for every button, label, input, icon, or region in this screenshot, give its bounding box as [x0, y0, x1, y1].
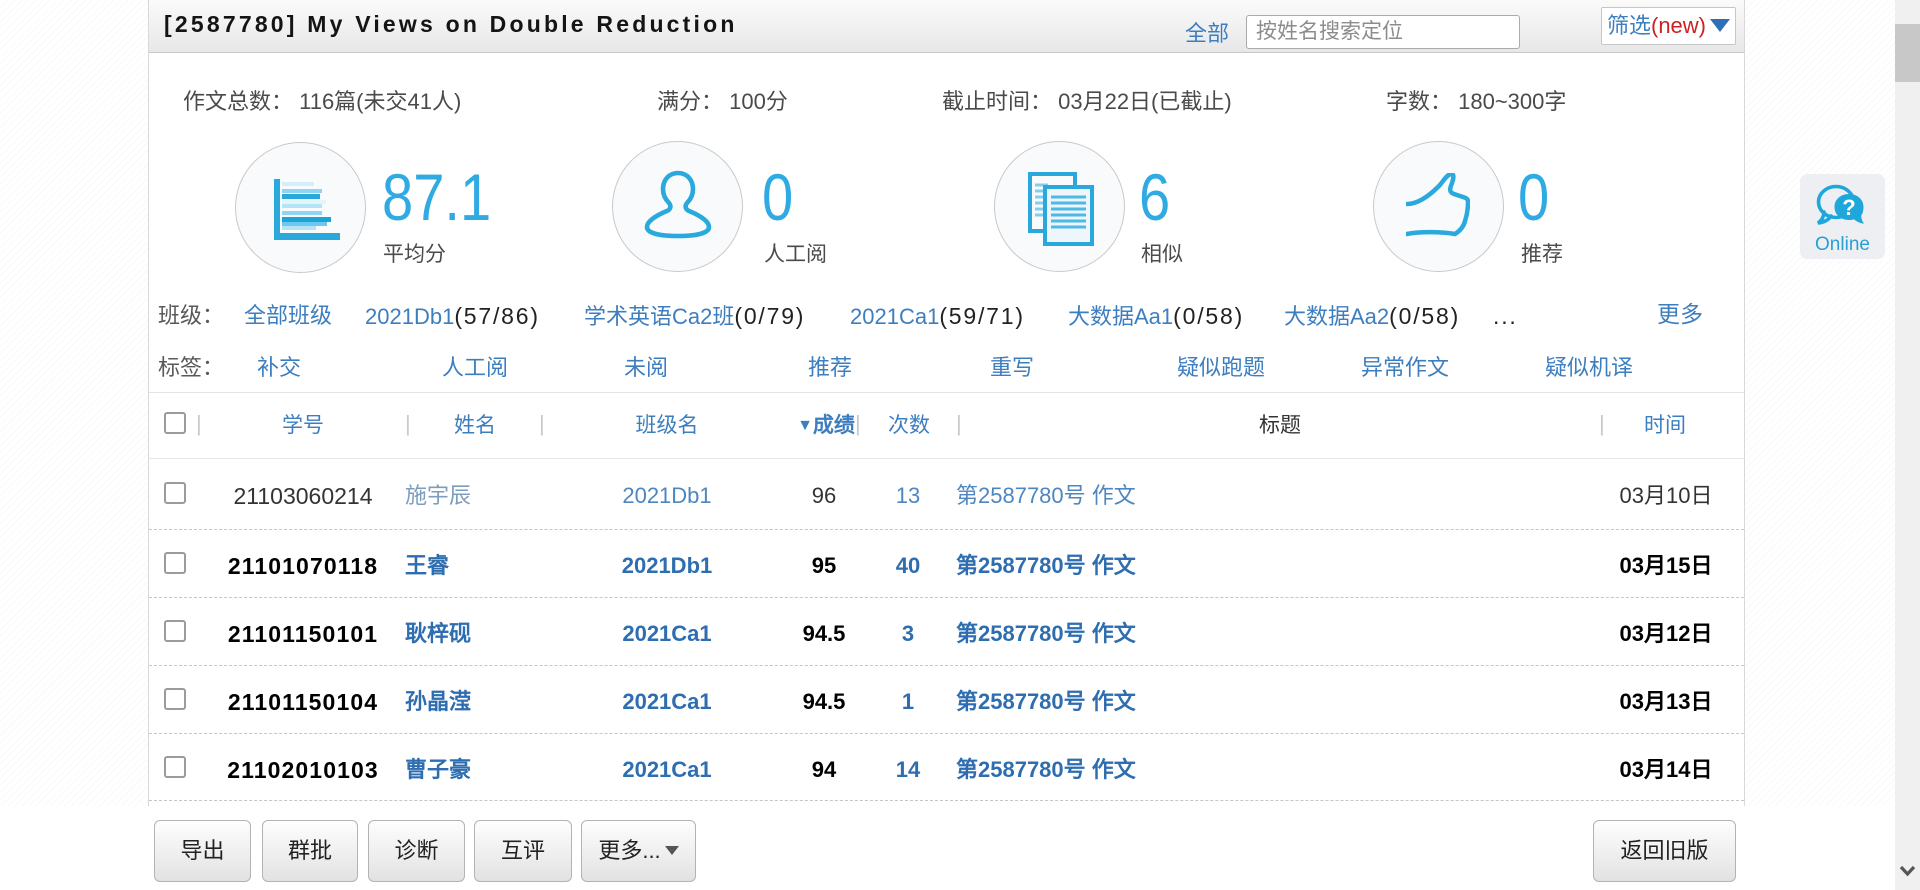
- svg-text:?: ?: [1842, 195, 1855, 220]
